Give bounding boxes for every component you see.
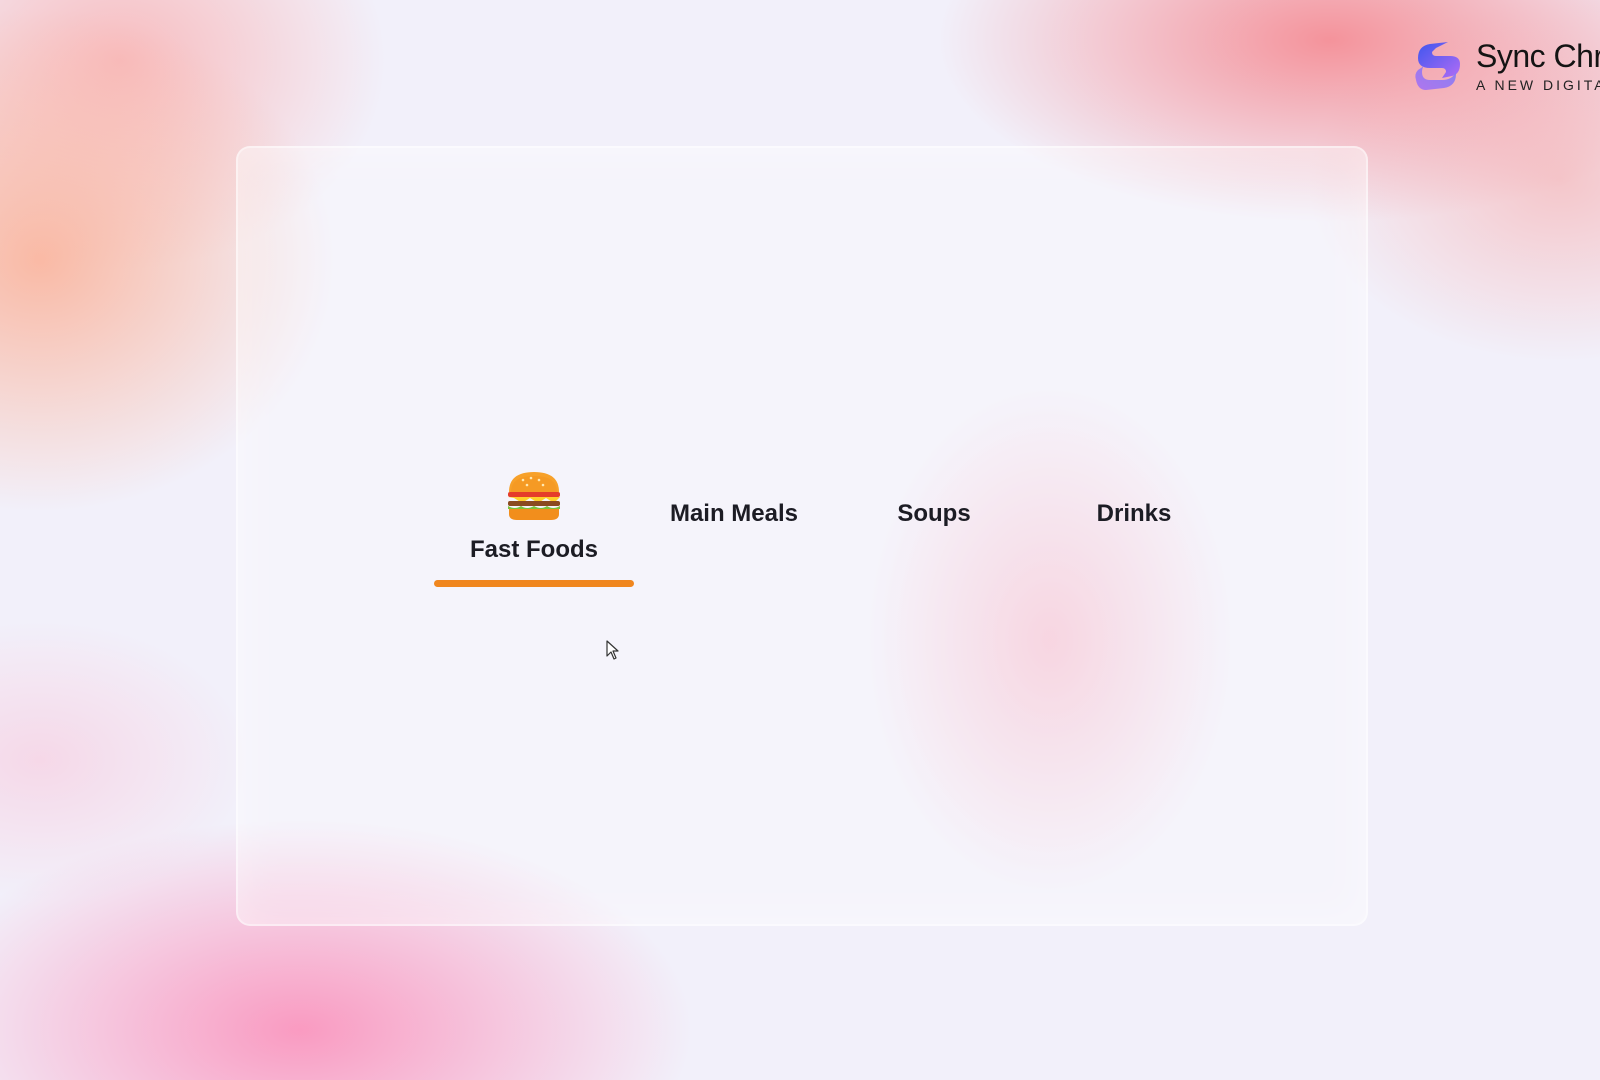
tab-drinks-label: Drinks — [1096, 500, 1172, 527]
tab-soups-label: Soups — [897, 500, 971, 527]
tab-main-meals-label: Main Meals — [669, 500, 799, 527]
active-tab-indicator — [434, 580, 634, 587]
tab-fast-foods[interactable]: Fast Foods — [434, 470, 634, 587]
tab-main-meals[interactable]: Main Meals — [634, 500, 834, 528]
tab-soups[interactable]: Soups — [834, 500, 1034, 528]
mouse-cursor-icon — [606, 640, 619, 660]
category-tabs: Fast Foods Main Meals Soups Drinks — [0, 0, 1600, 1080]
tab-drinks[interactable]: Drinks — [1034, 500, 1234, 528]
tab-fast-foods-label: Fast Foods — [469, 536, 598, 563]
burger-icon — [508, 472, 560, 520]
